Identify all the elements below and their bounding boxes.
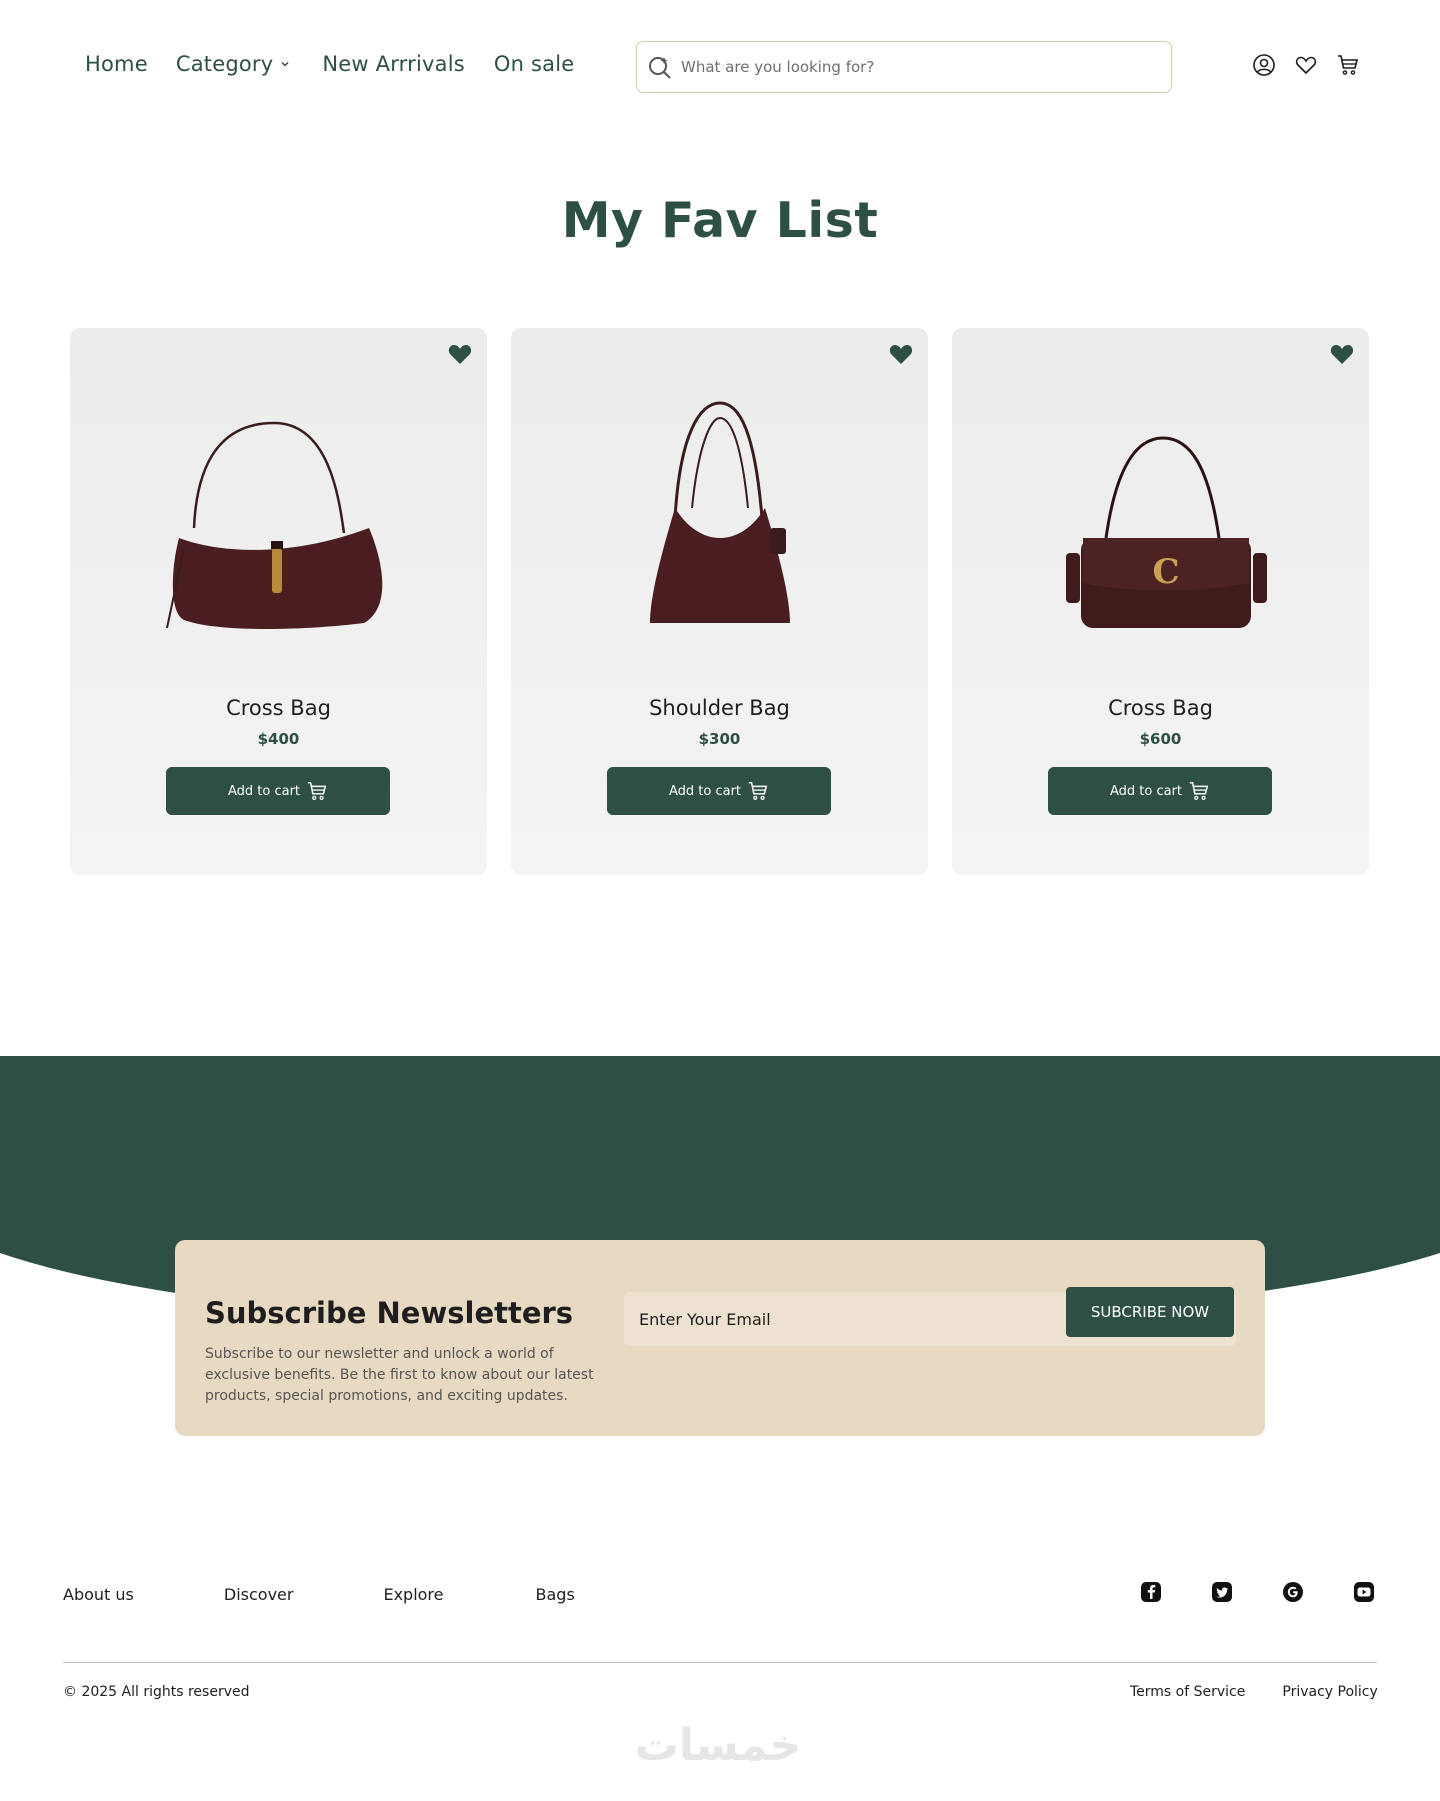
newsletter-box: Subscribe Newsletters Subscribe to our n… xyxy=(175,1240,1265,1436)
newsletter-title: Subscribe Newsletters xyxy=(205,1296,574,1330)
footer-nav: About us Discover Explore Bags xyxy=(63,1585,575,1604)
cart-icon xyxy=(748,782,768,800)
footer-divider xyxy=(63,1662,1377,1663)
product-name: Shoulder Bag xyxy=(649,696,790,720)
twitter-icon[interactable] xyxy=(1211,1581,1233,1603)
privacy-link[interactable]: Privacy Policy xyxy=(1282,1684,1377,1700)
footer-link-explore[interactable]: Explore xyxy=(383,1585,443,1604)
youtube-icon[interactable] xyxy=(1353,1581,1375,1603)
product-image xyxy=(649,401,790,623)
cart-icon[interactable] xyxy=(1336,53,1360,77)
search-bar xyxy=(636,41,1172,93)
product-name: Cross Bag xyxy=(226,696,331,720)
footer-link-bags[interactable]: Bags xyxy=(536,1585,575,1604)
chevron-down-icon xyxy=(281,61,289,67)
newsletter-description: Subscribe to our newsletter and unlock a… xyxy=(205,1346,594,1404)
footer-link-discover[interactable]: Discover xyxy=(224,1585,294,1604)
favorite-heart-icon[interactable] xyxy=(447,342,473,366)
product-card: Cross Bag $400 Add to cart xyxy=(70,328,487,875)
add-to-cart-button[interactable]: Add to cart xyxy=(607,767,831,815)
product-card: Shoulder Bag $300 Add to cart xyxy=(511,328,928,875)
wishlist-heart-icon[interactable] xyxy=(1294,53,1318,77)
add-to-cart-button[interactable]: Add to cart xyxy=(1048,767,1272,815)
product-image: C xyxy=(1065,436,1267,628)
product-name: Cross Bag xyxy=(1108,696,1213,720)
nav-category-link[interactable]: Category xyxy=(176,52,291,76)
facebook-icon[interactable] xyxy=(1140,1581,1162,1603)
social-links xyxy=(1140,1581,1375,1603)
cart-icon xyxy=(1189,782,1209,800)
nav-home-link[interactable]: Home xyxy=(85,52,148,76)
site-header: Home Category New Arrrivals On sale xyxy=(0,0,1440,134)
main-nav: Home Category New Arrrivals On sale xyxy=(85,52,574,76)
email-field[interactable] xyxy=(624,1309,1054,1329)
add-to-cart-label: Add to cart xyxy=(668,783,742,799)
search-input[interactable] xyxy=(681,58,1121,76)
header-actions xyxy=(1252,53,1360,77)
search-icon xyxy=(649,57,671,79)
add-to-cart-label: Add to cart xyxy=(227,783,301,799)
cart-icon xyxy=(307,782,327,800)
favorite-heart-icon[interactable] xyxy=(888,342,914,366)
add-to-cart-button[interactable]: Add to cart xyxy=(166,767,390,815)
favorites-grid: Cross Bag $400 Add to cart Shoulder Bag … xyxy=(70,328,1369,875)
nav-on-sale-link[interactable]: On sale xyxy=(494,52,574,76)
newsletter-form: SUBCRIBE NOW xyxy=(624,1287,1236,1346)
product-price: $600 xyxy=(1139,730,1182,748)
subscribe-button[interactable]: SUBCRIBE NOW xyxy=(1066,1287,1234,1337)
product-card: C Cross Bag $600 Add to cart xyxy=(952,328,1369,875)
product-image xyxy=(165,421,382,629)
nav-new-arrivals-link[interactable]: New Arrrivals xyxy=(322,52,465,76)
product-price: $300 xyxy=(698,730,741,748)
legal-links: Terms of Service Privacy Policy xyxy=(1130,1684,1378,1700)
svg-text:خمسات: خمسات xyxy=(635,1720,802,1770)
account-icon[interactable] xyxy=(1252,53,1276,77)
page-title: My Fav List xyxy=(561,192,879,249)
product-price: $400 xyxy=(257,730,300,748)
svg-text:C: C xyxy=(1152,552,1179,592)
copyright-text: © 2025 All rights reserved xyxy=(63,1684,250,1700)
google-icon[interactable] xyxy=(1282,1581,1304,1603)
favorite-heart-icon[interactable] xyxy=(1329,342,1355,366)
khamsat-watermark-logo: خمسات xyxy=(635,1720,802,1770)
terms-link[interactable]: Terms of Service xyxy=(1130,1684,1245,1700)
nav-category-label: Category xyxy=(175,52,274,76)
footer-link-about[interactable]: About us xyxy=(63,1585,134,1604)
add-to-cart-label: Add to cart xyxy=(1109,783,1183,799)
